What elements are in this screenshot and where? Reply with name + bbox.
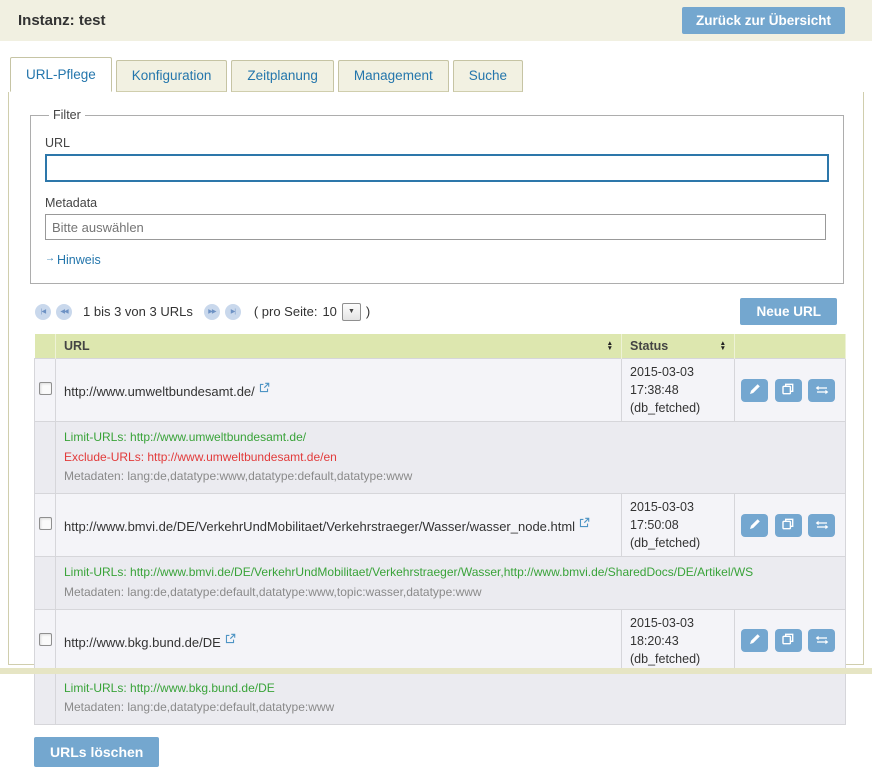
status-date: 2015-03-03 18:20:43 [630, 614, 726, 650]
copy-button[interactable] [775, 629, 802, 652]
last-page-icon[interactable]: ▶| [225, 304, 241, 320]
pencil-icon [749, 518, 761, 533]
pencil-icon [749, 633, 761, 648]
table-row: http://www.bkg.bund.de/DE 2015-03-03 18:… [35, 609, 846, 672]
status-column-header[interactable]: Status ▲▼ [622, 334, 735, 359]
external-link-icon[interactable] [579, 516, 590, 531]
metadata-filter-label: Metadata [45, 196, 829, 210]
metadata-value: lang:de,datatype:default,datatype:www [127, 700, 334, 714]
content-panel: Filter URL Metadata →Hinweis |◀ ◀◀ 1 bis… [8, 91, 864, 665]
filter-fieldset: Filter URL Metadata →Hinweis [30, 108, 844, 284]
back-to-overview-button[interactable]: Zurück zur Übersicht [682, 7, 845, 34]
limit-urls-value: http://www.bmvi.de/DE/VerkehrUndMobilita… [130, 565, 753, 579]
exclude-urls-value: http://www.umweltbundesamt.de/en [147, 450, 336, 464]
url-filter-input[interactable] [45, 154, 829, 182]
swap-url-button[interactable] [808, 379, 835, 402]
header-bar: Instanz: test Zurück zur Übersicht [0, 0, 872, 41]
metadata-value: lang:de,datatype:www,datatype:default,da… [127, 469, 412, 483]
delete-urls-button[interactable]: URLs löschen [34, 737, 159, 767]
status-state: (db_fetched) [630, 399, 726, 417]
status-column-label: Status [630, 339, 668, 353]
tab-suche[interactable]: Suche [453, 60, 523, 92]
url-table: URL ▲▼ Status ▲▼ http://www.umweltbundesam… [34, 334, 846, 725]
pagination-bar: |◀ ◀◀ 1 bis 3 von 3 URLs ▶▶ ▶| ( pro Sei… [35, 298, 837, 325]
per-page-value: 10 [322, 304, 336, 319]
actions-column-header [735, 334, 846, 359]
copy-icon [782, 518, 794, 533]
sort-icon[interactable]: ▲▼ [607, 341, 613, 351]
tab-url-pflege[interactable]: URL-Pflege [10, 57, 112, 92]
status-date: 2015-03-03 17:38:48 [630, 363, 726, 399]
metadata-label: Metadaten: [64, 700, 124, 714]
table-detail-row: Limit-URLs: http://www.bmvi.de/DE/Verkeh… [35, 557, 846, 609]
tab-management[interactable]: Management [338, 60, 449, 92]
copy-button[interactable] [775, 379, 802, 402]
limit-urls-value: http://www.bkg.bund.de/DE [130, 681, 275, 695]
limit-urls-label: Limit-URLs: [64, 565, 127, 579]
table-detail-row: Limit-URLs: http://www.bkg.bund.de/DE Me… [35, 673, 846, 725]
tab-bar: URL-Pflege Konfiguration Zeitplanung Man… [0, 41, 872, 92]
pagination-range-text: 1 bis 3 von 3 URLs [83, 304, 193, 319]
new-url-button[interactable]: Neue URL [740, 298, 837, 325]
pencil-icon [749, 383, 761, 398]
per-page-dropdown[interactable]: ▼ [342, 303, 361, 321]
url-filter-label: URL [45, 136, 829, 150]
hint-link-label: Hinweis [57, 253, 101, 267]
table-detail-row: Limit-URLs: http://www.umweltbundesamt.d… [35, 422, 846, 494]
per-page-suffix: ) [366, 304, 370, 319]
first-page-icon[interactable]: |◀ [35, 304, 51, 320]
edit-button[interactable] [741, 379, 768, 402]
page: Instanz: test Zurück zur Übersicht URL-P… [0, 0, 872, 678]
sort-icon[interactable]: ▲▼ [720, 341, 726, 351]
external-link-icon[interactable] [225, 632, 236, 647]
limit-urls-label: Limit-URLs: [64, 430, 127, 444]
double-arrow-icon [815, 383, 829, 398]
status-state: (db_fetched) [630, 650, 726, 668]
hint-link[interactable]: →Hinweis [45, 253, 101, 267]
filter-legend: Filter [49, 108, 85, 122]
metadata-label: Metadaten: [64, 469, 124, 483]
per-page-prefix: ( pro Seite: [254, 304, 318, 319]
swap-url-button[interactable] [808, 514, 835, 537]
row-url: http://www.bkg.bund.de/DE [64, 635, 221, 650]
status-date: 2015-03-03 17:50:08 [630, 498, 726, 534]
status-state: (db_fetched) [630, 534, 726, 552]
next-page-icon[interactable]: ▶▶ [204, 304, 220, 320]
limit-urls-label: Limit-URLs: [64, 681, 127, 695]
prev-page-icon[interactable]: ◀◀ [56, 304, 72, 320]
row-url: http://www.bmvi.de/DE/VerkehrUndMobilita… [64, 519, 575, 534]
edit-button[interactable] [741, 514, 768, 537]
double-arrow-icon [815, 518, 829, 533]
row-select-checkbox[interactable] [39, 382, 52, 395]
tab-konfiguration[interactable]: Konfiguration [116, 60, 228, 92]
metadata-label: Metadaten: [64, 585, 124, 599]
limit-urls-value: http://www.umweltbundesamt.de/ [130, 430, 306, 444]
external-link-icon[interactable] [259, 381, 270, 396]
row-select-checkbox[interactable] [39, 517, 52, 530]
chevron-down-icon: ▼ [348, 308, 355, 315]
exclude-urls-label: Exclude-URLs: [64, 450, 144, 464]
edit-button[interactable] [741, 629, 768, 652]
copy-icon [782, 383, 794, 398]
table-row: http://www.bmvi.de/DE/VerkehrUndMobilita… [35, 493, 846, 556]
url-column-header[interactable]: URL ▲▼ [56, 334, 622, 359]
metadata-filter-input[interactable] [45, 214, 826, 240]
arrow-right-icon: → [45, 253, 55, 264]
double-arrow-icon [815, 633, 829, 648]
table-row: http://www.umweltbundesamt.de/ 2015-03-0… [35, 359, 846, 422]
row-url: http://www.umweltbundesamt.de/ [64, 384, 255, 399]
copy-icon [782, 633, 794, 648]
page-title: Instanz: test [18, 12, 106, 29]
table-header-row: URL ▲▼ Status ▲▼ [35, 334, 846, 359]
tab-zeitplanung[interactable]: Zeitplanung [231, 60, 334, 92]
swap-url-button[interactable] [808, 629, 835, 652]
metadata-value: lang:de,datatype:default,datatype:www,to… [127, 585, 481, 599]
footer-divider [0, 668, 872, 674]
url-column-label: URL [64, 339, 90, 353]
copy-button[interactable] [775, 514, 802, 537]
per-page-control: ( pro Seite: 10 ▼ ) [254, 303, 370, 321]
row-select-checkbox[interactable] [39, 633, 52, 646]
select-column-header [35, 334, 56, 359]
